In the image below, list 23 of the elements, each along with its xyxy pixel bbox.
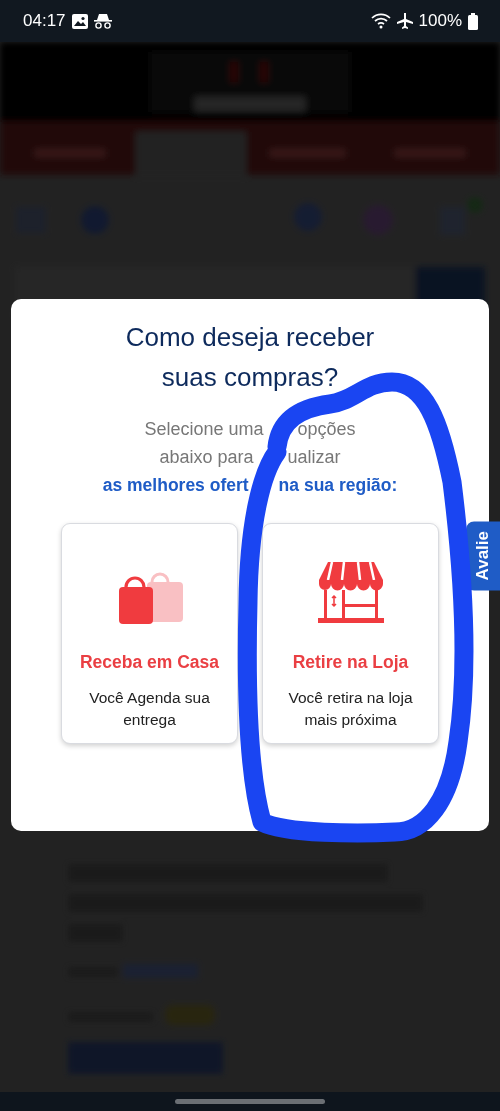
subtitle-text: na sua região:: [278, 474, 398, 497]
option-description: Você Agenda sua entrega: [88, 688, 211, 730]
option-title: Retire na Loja: [292, 652, 409, 673]
wifi-icon: [370, 13, 391, 29]
battery-icon: [468, 12, 478, 30]
modal-title: Como deseja receber suas compras?: [124, 321, 376, 394]
battery-level: 100%: [418, 11, 462, 31]
option-description: Você retira na loja mais próxima: [287, 688, 414, 730]
incognito-icon: [93, 13, 112, 29]
delivery-option-card[interactable]: Receba em Casa Você Agenda sua entrega: [61, 523, 238, 744]
option-title: Receba em Casa: [79, 652, 220, 673]
store-icon: [317, 562, 384, 624]
shopping-bags-icon: [116, 570, 183, 624]
subtitle-text: abaixo para: [159, 446, 254, 469]
subtitle-text: Selecione uma: [144, 418, 264, 441]
delivery-option-card[interactable]: Retire na Loja Você retira na loja mais próxima: [262, 523, 439, 744]
subtitle-text: opções: [297, 418, 356, 441]
clock: 04:17: [23, 11, 66, 31]
home-indicator[interactable]: [0, 1092, 500, 1111]
airplane-icon: [396, 13, 413, 29]
subtitle-text: as melhores ofert: [102, 474, 249, 497]
subtitle-text: ualizar: [287, 446, 341, 469]
image-icon: [71, 13, 88, 29]
